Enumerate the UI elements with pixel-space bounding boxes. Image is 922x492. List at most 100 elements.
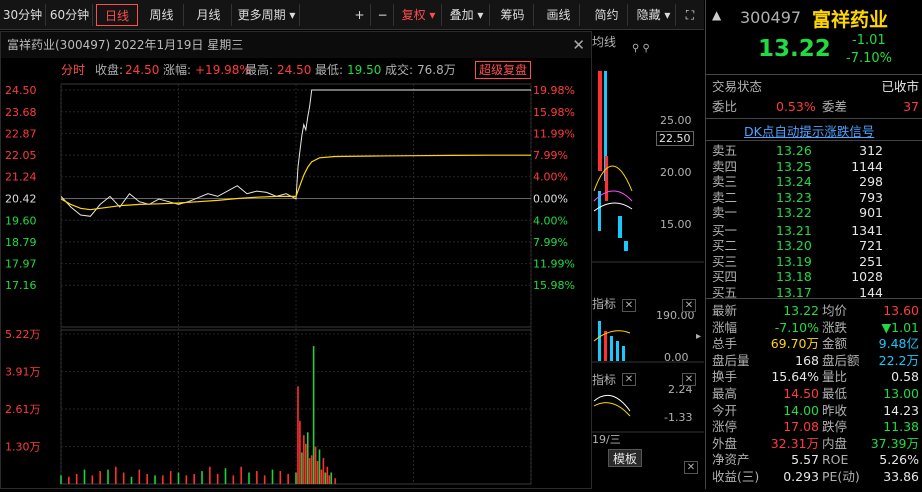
level-price: 13.23 <box>776 189 812 205</box>
status-value: 已收市 <box>881 79 919 94</box>
pct-tick-label: 15.98% <box>533 106 575 119</box>
volume-bar <box>297 386 299 484</box>
collapse-arrow-icon[interactable]: ▸ <box>696 331 701 342</box>
stat-label: 跌停 <box>822 419 848 435</box>
draw-line-button[interactable]: 画线 <box>538 4 580 26</box>
divider <box>706 140 922 141</box>
stat-label: ROE <box>822 452 849 468</box>
stat-label: 外盘 <box>712 435 738 451</box>
tab-daily[interactable]: 日线 <box>96 4 138 26</box>
level-volume: 312 <box>859 143 883 158</box>
volume-bar <box>193 473 195 484</box>
close-icon[interactable]: ✕ <box>622 373 636 386</box>
stat-value: 37.39万 <box>870 435 919 451</box>
panel-scroll-arrow-icon[interactable]: ▲ <box>712 8 721 22</box>
stat-label: 量比 <box>822 369 848 385</box>
stat-row: 收益(三) 0.293 PE(动) 33.86 <box>706 468 922 485</box>
stat-label: 涨停 <box>712 419 738 435</box>
volume-bar <box>154 475 156 484</box>
price-tick-label: 22.87 <box>5 127 37 140</box>
stat-value: ▼1.01 <box>881 319 919 335</box>
tab-monthly[interactable]: 月线 <box>186 4 232 26</box>
tab-weekly[interactable]: 周线 <box>140 4 184 26</box>
volume-bar <box>295 472 297 484</box>
stat-label: 最新 <box>712 303 738 318</box>
pct-tick-label: 7.99% <box>533 149 568 162</box>
stat-row: 涨停 17.08 跌停 11.38 <box>706 418 922 435</box>
template-button[interactable]: 模板 <box>608 449 642 467</box>
stat-value: 14.23 <box>883 402 919 418</box>
stat-value: 14.50 <box>783 386 819 401</box>
wb-label: 委比 <box>712 99 738 114</box>
stat-value: 32.31万 <box>770 435 819 451</box>
volume-bar <box>271 469 274 484</box>
level-price: 13.19 <box>776 253 812 269</box>
fullscreen-icon[interactable]: ⛶ <box>680 4 700 26</box>
simple-button[interactable]: 简约 <box>586 4 628 26</box>
stat-label: 昨收 <box>822 402 848 418</box>
hide-button[interactable]: 隐藏 ▾ <box>632 4 676 26</box>
chevron-down-icon: ▾ <box>660 8 671 22</box>
chips-button[interactable]: 筹码 <box>492 4 534 26</box>
volume-bar <box>304 443 307 484</box>
indicator-label-1: 指标 <box>592 297 617 311</box>
pct-tick-label: 11.99% <box>533 258 575 271</box>
level-volume: 1144 <box>851 158 883 174</box>
stat-value: 15.64% <box>771 369 819 385</box>
level-label: 卖二 <box>712 189 738 205</box>
volume-bar <box>216 473 219 484</box>
close-icon[interactable]: ✕ <box>684 461 698 474</box>
level-label: 买三 <box>712 253 738 269</box>
ma-label: 均线 <box>592 35 617 49</box>
tick-2250: 22.50 <box>656 131 694 146</box>
hide-label: 隐藏 <box>636 8 661 22</box>
stat-value: 13.22 <box>783 303 819 318</box>
volume-bar <box>146 473 148 484</box>
close-icon[interactable]: ✕ <box>682 299 696 312</box>
tick-0: 0.00 <box>664 351 689 364</box>
settings-icon[interactable]: ⚲ ⚲ <box>632 43 650 54</box>
dk-signal-link[interactable]: DK点自动提示涨跌信号 <box>744 121 874 140</box>
stat-value: 0.58 <box>891 369 919 385</box>
volume-bar <box>330 472 333 484</box>
tab-30min[interactable]: 30分钟 <box>0 4 46 26</box>
volume-bar <box>83 469 86 484</box>
stat-value: 5.26% <box>879 452 919 468</box>
volume-bar <box>99 471 101 484</box>
stat-row: 涨幅 -7.10% 涨跌 ▼1.01 <box>706 319 922 336</box>
stat-label: 内盘 <box>822 435 848 451</box>
stat-row: 换手 15.64% 量比 0.58 <box>706 368 922 385</box>
level-label: 买四 <box>712 269 738 284</box>
volume-bar <box>306 432 309 484</box>
price-tick-label: 19.60 <box>5 214 37 227</box>
price-tick-label: 21.24 <box>5 171 37 184</box>
level-price: 13.24 <box>776 174 812 189</box>
price-tick-label: 17.16 <box>5 279 37 292</box>
volume-bar <box>263 475 266 484</box>
level-price: 13.22 <box>776 205 812 220</box>
overlay-button[interactable]: 叠加 ▾ <box>444 4 490 26</box>
zoom-in-button[interactable]: + <box>349 4 371 26</box>
status-row: 交易状态 已收市 <box>706 78 922 95</box>
vol-tick-label: 3.91万 <box>5 366 41 379</box>
close-icon[interactable]: ✕ <box>682 373 696 386</box>
stat-row: 盘后量 168 盘后额 22.2万 <box>706 352 922 369</box>
adjust-button[interactable]: 复权 ▾ <box>396 4 442 26</box>
tab-60min[interactable]: 60分钟 <box>47 4 93 26</box>
tab-more-periods[interactable]: 更多周期 ▾ <box>234 4 300 26</box>
stat-value: 13.00 <box>883 386 919 401</box>
zoom-out-button[interactable]: − <box>372 4 394 26</box>
tick-25: 25.00 <box>660 114 692 127</box>
divider <box>706 74 922 75</box>
intraday-chart-svg: 24.50 19.98% 23.68 15.98% 22.87 11.99% 22.05 7.… <box>5 83 575 485</box>
volume-bar <box>301 452 303 484</box>
tick-133: -1.33 <box>664 411 693 424</box>
bid-row: 买三 13.19 251 <box>706 254 922 269</box>
stat-label: PE(动) <box>822 469 860 484</box>
wb-value: 0.53% <box>776 99 816 114</box>
order-ratio-row: 委比 0.53% 委差 37 <box>706 98 922 115</box>
stock-name: 富祥药业 <box>812 9 889 31</box>
stat-label: 总手 <box>712 336 738 352</box>
close-icon[interactable]: ✕ <box>622 299 636 312</box>
level-label: 买二 <box>712 238 738 253</box>
